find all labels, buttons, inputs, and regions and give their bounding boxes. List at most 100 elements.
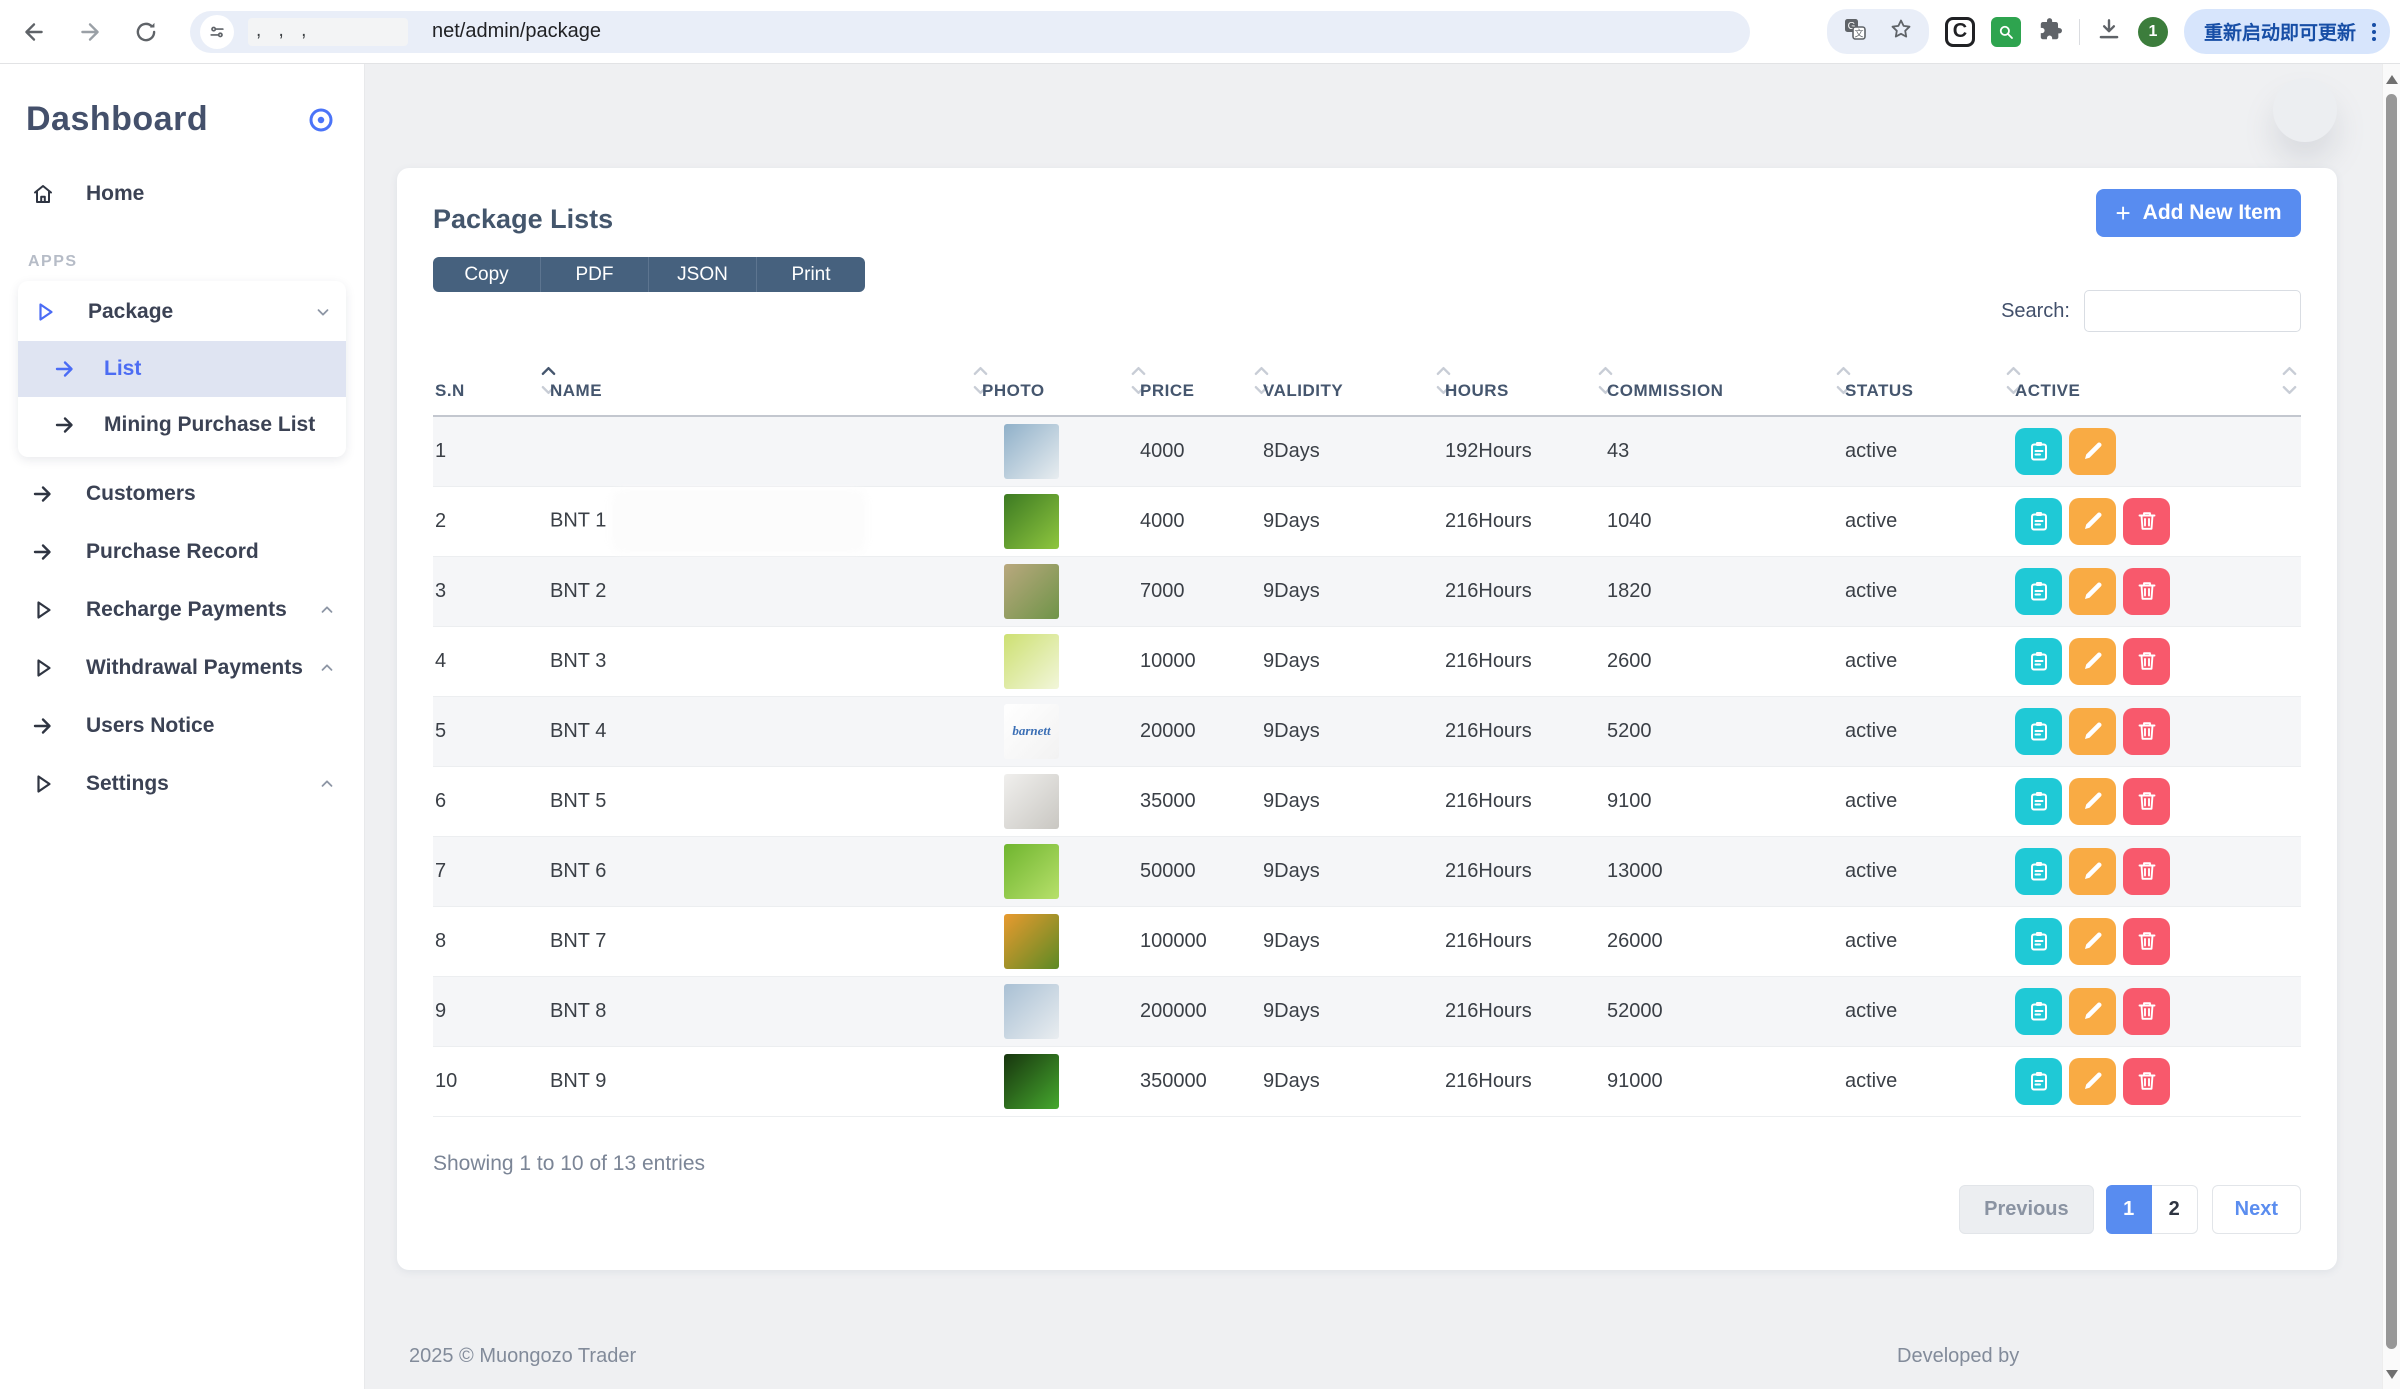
- bookmark-star-icon[interactable]: [1889, 17, 1913, 46]
- view-button[interactable]: [2015, 498, 2062, 545]
- sidebar-item-customers[interactable]: Customers: [0, 465, 364, 523]
- page-1-button[interactable]: 1: [2106, 1185, 2152, 1234]
- sidebar-item-users-notice[interactable]: Users Notice: [0, 697, 364, 755]
- view-button[interactable]: [2015, 568, 2062, 615]
- status-cell: active: [1843, 556, 2013, 626]
- commission-cell: 26000: [1605, 906, 1843, 976]
- sidebar-item-home[interactable]: Home: [0, 165, 364, 223]
- commission-cell: 13000: [1605, 836, 1843, 906]
- package-photo-coins-hand: [1004, 564, 1059, 619]
- edit-button[interactable]: [2069, 568, 2116, 615]
- reload-icon[interactable]: [124, 10, 168, 54]
- add-new-item-button[interactable]: + Add New Item: [2096, 189, 2301, 237]
- view-button[interactable]: [2015, 428, 2062, 475]
- view-button[interactable]: [2015, 778, 2062, 825]
- translate-icon[interactable]: G文: [1843, 17, 1867, 46]
- page-2-button[interactable]: 2: [2152, 1185, 2198, 1234]
- column-header-validity[interactable]: VALIDITY: [1261, 360, 1443, 416]
- pencil-icon: [2081, 509, 2105, 533]
- delete-button[interactable]: [2123, 918, 2170, 965]
- name-cell: BNT 3: [548, 626, 980, 696]
- sidebar-item-withdrawal-payments[interactable]: Withdrawal Payments: [0, 639, 364, 697]
- sidebar-item-package[interactable]: Package: [18, 283, 346, 341]
- page-scrollbar[interactable]: [2382, 64, 2400, 1389]
- extension-search-icon[interactable]: [1991, 17, 2021, 47]
- trash-icon: [2135, 999, 2159, 1023]
- browser-update-button[interactable]: 重新启动即可更新: [2184, 9, 2390, 54]
- view-button[interactable]: [2015, 848, 2062, 895]
- menu-kebab-icon[interactable]: [2372, 23, 2376, 41]
- edit-button[interactable]: [2069, 708, 2116, 755]
- column-header-name[interactable]: NAME: [548, 360, 980, 416]
- column-header-price[interactable]: PRICE: [1138, 360, 1261, 416]
- delete-button[interactable]: [2123, 568, 2170, 615]
- package-table: S.N NAME PHOTO PRICE VALIDITY HOURS COMM…: [433, 360, 2301, 1117]
- edit-button[interactable]: [2069, 1058, 2116, 1105]
- search-input[interactable]: [2084, 290, 2301, 332]
- pencil-icon: [2081, 719, 2105, 743]
- sidebar-pin-icon[interactable]: [306, 105, 336, 135]
- address-bar[interactable]: , , , net/admin/package: [190, 11, 1750, 53]
- pdf-button[interactable]: PDF: [541, 257, 649, 292]
- developed-by-text: Developed by: [1897, 1345, 2019, 1368]
- edit-button[interactable]: [2069, 428, 2116, 475]
- forward-icon[interactable]: [68, 10, 112, 54]
- view-button[interactable]: [2015, 918, 2062, 965]
- commission-cell: 2600: [1605, 626, 1843, 696]
- sidebar-item-purchase-record[interactable]: Purchase Record: [0, 523, 364, 581]
- view-button[interactable]: [2015, 1058, 2062, 1105]
- column-header-photo[interactable]: PHOTO: [980, 360, 1138, 416]
- copy-button[interactable]: Copy: [433, 257, 541, 292]
- validity-cell: 9Days: [1261, 626, 1443, 696]
- sidebar-item-mining-purchase-list[interactable]: Mining Purchase List: [18, 397, 346, 453]
- price-cell: 7000: [1138, 556, 1261, 626]
- edit-button[interactable]: [2069, 778, 2116, 825]
- print-button[interactable]: Print: [757, 257, 865, 292]
- edit-button[interactable]: [2069, 918, 2116, 965]
- extensions-puzzle-icon[interactable]: [2037, 16, 2063, 47]
- scrollbar-thumb[interactable]: [2386, 94, 2397, 1349]
- sidebar-item-settings[interactable]: Settings: [0, 755, 364, 813]
- edit-button[interactable]: [2069, 638, 2116, 685]
- json-button[interactable]: JSON: [649, 257, 757, 292]
- delete-button[interactable]: [2123, 848, 2170, 895]
- delete-button[interactable]: [2123, 778, 2170, 825]
- extension-c-icon[interactable]: C: [1945, 17, 1975, 47]
- scroll-down-icon[interactable]: [2383, 1361, 2400, 1387]
- table-row: 6BNT 5350009Days216Hours9100active: [433, 766, 2301, 836]
- edit-button[interactable]: [2069, 498, 2116, 545]
- next-page-button[interactable]: Next: [2212, 1185, 2301, 1234]
- downloads-icon[interactable]: [2096, 16, 2122, 47]
- profile-avatar[interactable]: 1: [2138, 17, 2168, 47]
- sidebar: Dashboard Home APPS Package List: [0, 64, 365, 1389]
- delete-button[interactable]: [2123, 1058, 2170, 1105]
- previous-page-button[interactable]: Previous: [1959, 1185, 2093, 1234]
- column-header-status[interactable]: STATUS: [1843, 360, 2013, 416]
- edit-button[interactable]: [2069, 988, 2116, 1035]
- scroll-up-icon[interactable]: [2383, 66, 2400, 92]
- column-header-hours[interactable]: HOURS: [1443, 360, 1605, 416]
- delete-button[interactable]: [2123, 708, 2170, 755]
- clipboard-icon: [2027, 439, 2051, 463]
- delete-button[interactable]: [2123, 638, 2170, 685]
- edit-button[interactable]: [2069, 848, 2116, 895]
- scroll-decoration: [2273, 78, 2337, 142]
- view-button[interactable]: [2015, 638, 2062, 685]
- hours-cell: 216Hours: [1443, 556, 1605, 626]
- column-header-active[interactable]: ACTIVE: [2013, 360, 2301, 416]
- back-icon[interactable]: [12, 10, 56, 54]
- delete-button[interactable]: [2123, 988, 2170, 1035]
- arrow-right-icon: [28, 540, 58, 564]
- chevron-up-icon: [318, 659, 336, 677]
- site-settings-icon[interactable]: [200, 15, 234, 49]
- sort-icons: [2282, 366, 2297, 395]
- sidebar-item-list[interactable]: List: [18, 341, 346, 397]
- sidebar-item-recharge-payments[interactable]: Recharge Payments: [0, 581, 364, 639]
- table-row: 8BNT 71000009Days216Hours26000active: [433, 906, 2301, 976]
- view-button[interactable]: [2015, 708, 2062, 755]
- delete-button[interactable]: [2123, 498, 2170, 545]
- column-header-sn[interactable]: S.N: [433, 360, 548, 416]
- price-cell: 50000: [1138, 836, 1261, 906]
- view-button[interactable]: [2015, 988, 2062, 1035]
- column-header-commission[interactable]: COMMISSION: [1605, 360, 1843, 416]
